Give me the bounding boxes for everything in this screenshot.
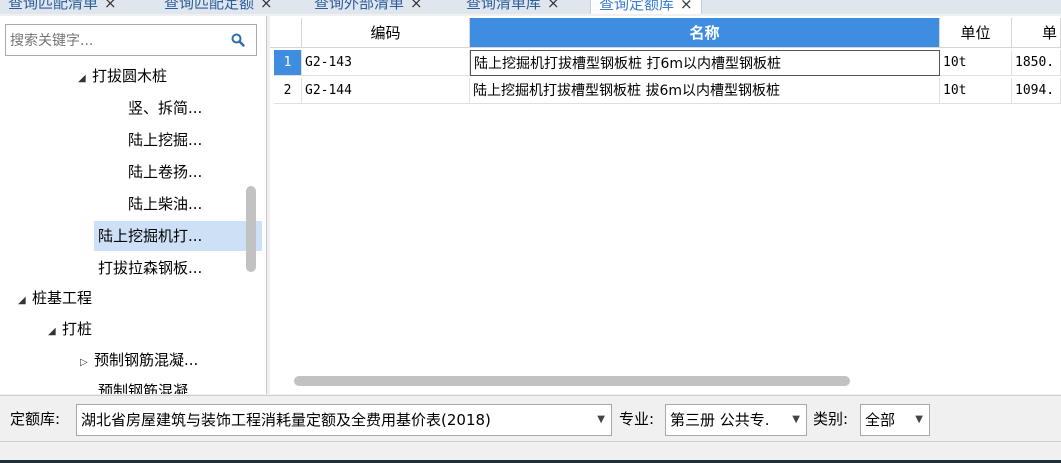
column-header-name[interactable]: 名称 [470,18,940,48]
close-icon[interactable]: × [410,0,423,12]
search-box[interactable] [5,24,257,56]
vertical-scrollbar[interactable] [246,186,256,272]
tab-label: 查询定额库 [599,0,675,13]
library-label: 定额库: [10,410,61,428]
close-icon[interactable]: × [547,0,560,12]
tree-node[interactable]: 竖、拆简... [128,93,202,123]
cell-price[interactable]: 1850. [1012,50,1061,76]
cell-code[interactable]: G2-144 [302,78,470,104]
tree-node[interactable]: 预制钢筋混凝... [98,376,202,394]
tree-node[interactable]: 陆上卷扬... [128,157,202,187]
dropdown-arrow-icon[interactable]: ▼ [597,405,605,435]
library-value: 湖北省房屋建筑与装饰工程消耗量定额及全费用基价表(2018) [81,411,491,429]
collapse-arrow-icon[interactable]: ◢ [78,64,92,94]
close-icon[interactable]: × [680,0,693,13]
row-number[interactable]: 2 [274,78,302,104]
row-number[interactable]: 1 [274,50,302,76]
tab-label: 查询清单库 [466,0,542,12]
tree-node[interactable]: 陆上柴油... [128,189,202,219]
column-header-code[interactable]: 编码 [302,18,470,48]
tree-node-pull-wood-pile[interactable]: ◢ 打拔圆木桩 [78,61,167,91]
quota-grid: 编码 名称 单位 单 1 G2-143 陆上挖掘机打拔槽型钢板桩 打6m以内槽型… [270,16,1061,394]
cell-code[interactable]: G2-143 [302,50,470,76]
close-icon[interactable]: × [260,0,273,12]
tree-node-piling[interactable]: ◢ 打桩 [48,314,92,344]
library-select[interactable]: 湖北省房屋建筑与装饰工程消耗量定额及全费用基价表(2018) ▼ [76,404,612,436]
major-value: 第三册 公共专. [670,411,770,429]
tree-node-pile-foundation[interactable]: ◢ 桩基工程 [18,283,92,313]
tab-label: 查询外部清单 [314,0,405,12]
tree-node[interactable]: ▷ 预制钢筋混凝... [80,345,198,375]
tab-bill-library[interactable]: 查询清单库 × [466,0,560,13]
close-icon[interactable]: × [104,0,117,12]
status-bar [0,441,1061,463]
tree-node[interactable]: 打拔拉森钢板... [98,253,202,283]
cell-name[interactable]: 陆上挖掘机打拔槽型钢板桩 拔6m以内槽型钢板桩 [470,78,940,104]
tree-node-selected[interactable]: 陆上挖掘机打... [94,221,262,251]
tab-label: 查询匹配定额 [164,0,255,12]
dropdown-arrow-icon[interactable]: ▼ [792,405,800,435]
major-select[interactable]: 第三册 公共专. ▼ [665,404,807,436]
row-number-header [270,18,302,48]
collapse-arrow-icon[interactable]: ◢ [18,286,32,316]
tab-strip: 查询匹配清单 × 查询匹配定额 × 查询外部清单 × 查询清单库 × 查询定额库 × [0,0,1061,14]
category-value: 全部 [865,411,896,429]
tree-panel: ◢打拔圆木桩 竖、拆简... 陆上挖掘... 陆上卷扬... 陆上柴油... 陆… [0,16,267,394]
tab-match-quota[interactable]: 查询匹配定额 × [164,0,273,13]
search-input[interactable] [8,27,222,55]
cell-name[interactable]: 陆上挖掘机打拔槽型钢板桩 打6m以内槽型钢板桩 [470,50,940,76]
tab-quota-library[interactable]: 查询定额库 × [590,0,702,14]
expand-arrow-icon[interactable]: ▷ [80,348,94,378]
tree-node[interactable]: 陆上挖掘... [128,125,202,155]
column-header-unit[interactable]: 单位 [940,18,1012,48]
major-label: 专业: [619,410,655,428]
cell-price[interactable]: 1094. [1012,78,1061,104]
category-label: 类别: [813,410,849,428]
category-select[interactable]: 全部 ▼ [860,404,930,436]
horizontal-scrollbar[interactable] [294,376,850,386]
search-icon[interactable] [230,32,246,48]
cell-unit[interactable]: 10t [940,50,1012,76]
cell-unit[interactable]: 10t [940,78,1012,104]
column-header-price[interactable]: 单 [1012,18,1061,48]
tab-external-bill[interactable]: 查询外部清单 × [314,0,423,13]
tab-label: 查询匹配清单 [8,0,99,12]
filter-bar: 定额库: 湖北省房屋建筑与装饰工程消耗量定额及全费用基价表(2018) ▼ 专业… [0,395,1061,441]
collapse-arrow-icon[interactable]: ◢ [48,317,62,347]
dropdown-arrow-icon[interactable]: ▼ [915,405,923,435]
tab-match-bill[interactable]: 查询匹配清单 × [8,0,117,13]
